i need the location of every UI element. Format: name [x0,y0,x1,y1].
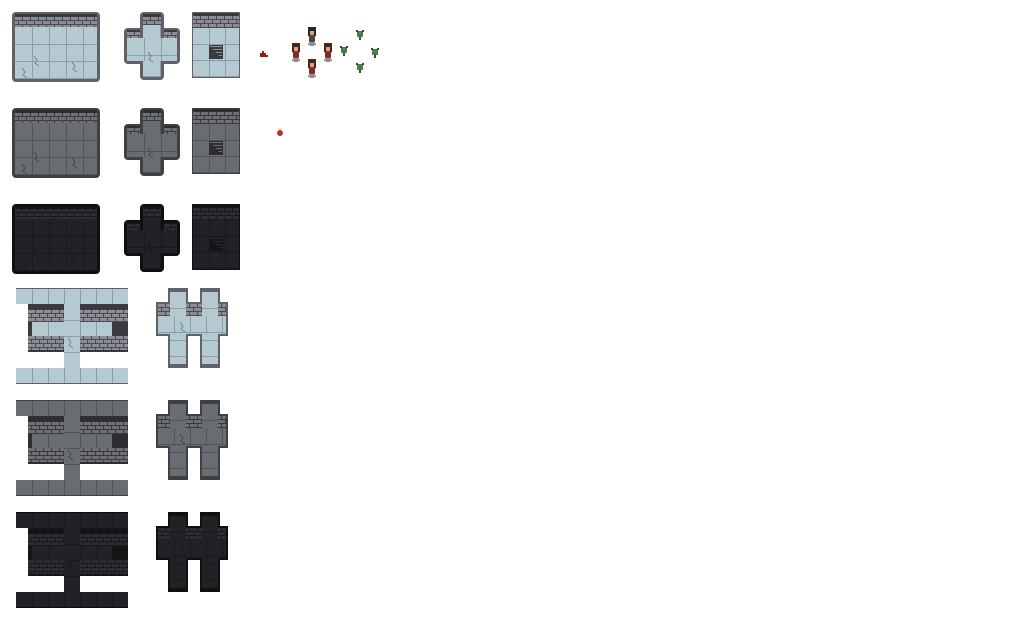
stairs-tile-mid [192,108,240,174]
room-tile-mid [12,108,100,178]
i-beam-tile-dark [16,512,128,608]
goblin-right [371,48,379,58]
h-tile-mid [156,400,228,480]
potion [277,128,283,136]
goblin-down [356,63,364,73]
goblin-left [340,46,348,56]
goblin-up [356,30,364,40]
cross-tile-dark [124,204,180,272]
h-tile-dark [156,512,228,592]
blood-splat [260,51,268,57]
sprite-sheet [12,12,379,608]
hero-down [308,59,316,78]
room-tile-dark [12,204,100,274]
cross-tile-mid [124,108,180,176]
i-beam-tile-light [16,288,128,384]
hero-up [308,27,316,46]
hero-left [292,43,300,62]
i-beam-tile-mid [16,400,128,496]
stairs-tile-dark [192,204,240,270]
room-tile-light [12,12,100,82]
cross-tile-light [124,12,180,80]
stairs-icon [209,237,223,251]
hero-right [324,43,332,62]
h-tile-light [156,288,228,368]
stairs-icon [209,141,223,155]
stairs-icon [209,45,223,59]
stairs-tile-light [192,12,240,78]
